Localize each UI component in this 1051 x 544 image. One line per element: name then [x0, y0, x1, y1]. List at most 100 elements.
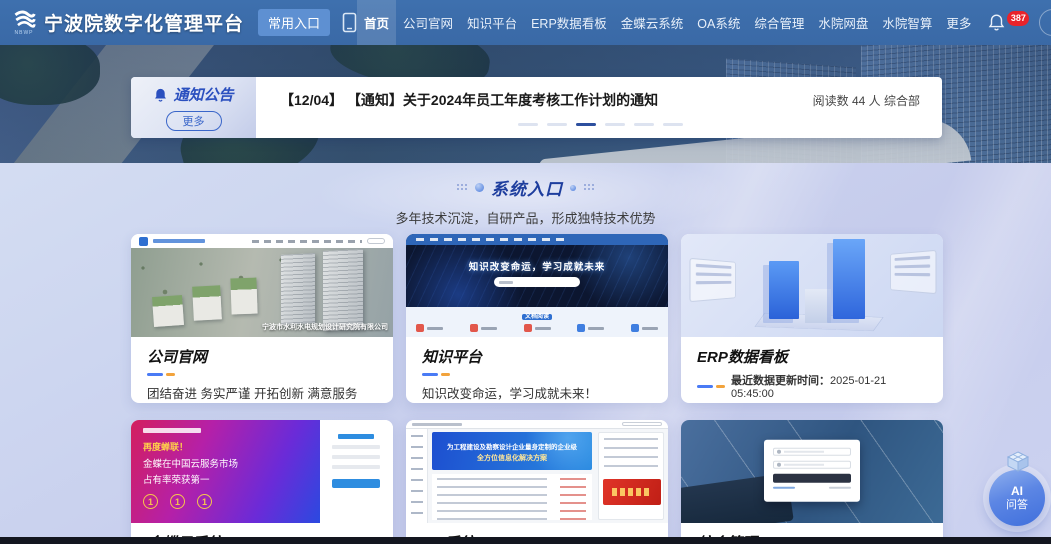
erp-update-time: 最近数据更新时间：2025-01-21 05:45:00	[731, 372, 927, 400]
card-kingdee-cloud[interactable]: 再度蝉联！ 金蝶在中国云服务市场 占有率荣获第一 1 1 1	[131, 420, 393, 544]
accent-blue	[147, 373, 163, 376]
mini-link-item	[577, 324, 604, 332]
carousel-dot-5[interactable]	[634, 123, 654, 126]
nav-item-integrated-mgmt[interactable]: 综合管理	[747, 0, 811, 45]
mini-input	[332, 465, 380, 469]
quick-entry-button[interactable]: 常用入口	[258, 9, 330, 36]
notice-caption: 通知公告	[153, 84, 233, 105]
ai-cube-icon	[1004, 450, 1032, 474]
integrated-mgmt-thumbnail	[681, 420, 943, 523]
ai-button-label-line1: AI	[1011, 484, 1023, 498]
nav-item-more[interactable]: 更多	[939, 0, 978, 45]
kingdee-promo-line3: 占有率荣获第一	[143, 472, 320, 486]
section-subtitle: 多年技术沉淀，自研产品，形成独特技术优势	[0, 208, 1051, 227]
mini-right-column	[598, 432, 664, 520]
sphere-decoration	[570, 185, 576, 191]
company-site-thumbnail: 宁波市水利水电规划设计研究院有限公司	[131, 234, 393, 337]
brand-title: 宁波院数字化管理平台	[44, 9, 244, 36]
accent-line	[422, 373, 652, 376]
accent-orange	[716, 385, 725, 388]
card-title: ERP数据看板	[697, 346, 927, 367]
mini-logo-text	[412, 423, 462, 426]
mini-login-button	[773, 473, 851, 482]
aerial-photo: 宁波市水利水电规划设计研究院有限公司	[131, 248, 393, 337]
nav-item-ai-compute[interactable]: 水院智算	[875, 0, 939, 45]
carousel-dot-3-active[interactable]	[576, 123, 596, 126]
mini-site-header	[131, 234, 393, 248]
dashboard-panel-right	[890, 250, 936, 295]
carousel-dot-4[interactable]	[605, 123, 625, 126]
nav-item-company-site[interactable]: 公司官网	[396, 0, 460, 45]
notice-panel-title: 通知公告	[173, 84, 233, 105]
accent-blue	[697, 385, 713, 388]
portal-page: NBWP 宁波院数字化管理平台 常用入口 首页 公司官网 知识平台 ERP数据看…	[0, 0, 1051, 544]
nav-item-netdisk[interactable]: 水院网盘	[811, 0, 875, 45]
user-avatar[interactable]	[1039, 9, 1051, 36]
notice-department: 综合部	[884, 94, 920, 108]
mini-link-item	[470, 324, 497, 332]
card-title: 公司官网	[147, 346, 377, 367]
card-body: 公司官网 团结奋进 务实严谨 开拓创新 满意服务	[131, 337, 393, 402]
mobile-device-icon[interactable]	[342, 12, 357, 33]
card-description: 团结奋进 务实严谨 开拓创新 满意服务	[147, 383, 377, 402]
nav-item-kingdee[interactable]: 金蝶云系统	[614, 0, 691, 45]
card-oa-system[interactable]: 为工程建设及勘察设计企业量身定制的企业级 全方位信息化解决方案 OA系统	[406, 420, 668, 544]
notice-title: 【通知】关于2024年员工年度考核工作计划的通知	[347, 92, 658, 108]
notice-item-link[interactable]: 【12/04】 【通知】关于2024年员工年度考核工作计划的通知	[280, 90, 658, 110]
company-name-caption: 宁波市水利水电规划设计研究院有限公司	[262, 322, 388, 332]
notice-carousel-indicator	[280, 123, 920, 126]
oa-thumbnail: 为工程建设及勘察设计企业量身定制的企业级 全方位信息化解决方案	[406, 420, 668, 523]
carousel-dot-1[interactable]	[518, 123, 538, 126]
card-knowledge-platform[interactable]: 知识改变命运，学习成就未来 文档阅读	[406, 234, 668, 403]
card-company-site[interactable]: 宁波市水利水电规划设计研究院有限公司 公司官网 团结奋进 务实严谨 开拓创新 满…	[131, 234, 393, 403]
kingdee-promo-panel: 再度蝉联！ 金蝶在中国云服务市场 占有率荣获第一 1 1 1	[131, 420, 320, 523]
kingdee-promo-line1: 再度蝉联！	[143, 440, 320, 453]
mini-password-input	[773, 460, 851, 468]
kingdee-login-panel	[320, 420, 393, 523]
notification-bell-icon[interactable]	[988, 13, 1005, 32]
nav-item-oa[interactable]: OA系统	[690, 0, 747, 45]
dots-decoration	[583, 183, 595, 192]
accent-line	[147, 373, 377, 376]
mini-sidebar	[406, 429, 428, 523]
knowledge-thumbnail: 知识改变命运，学习成就未来 文档阅读	[406, 234, 668, 337]
mini-nav-links	[416, 238, 566, 241]
medal-row: 1 1 1	[143, 494, 320, 509]
dashboard-panel-left	[689, 258, 735, 303]
kingdee-promo-line2: 金蝶在中国云服务市场	[143, 456, 320, 470]
nav-item-home[interactable]: 首页	[357, 0, 396, 45]
notice-board: 通知公告 更多 【12/04】 【通知】关于2024年员工年度考核工作计划的通知…	[131, 77, 942, 138]
mini-site-header	[406, 420, 668, 429]
card-erp-dashboard[interactable]: ERP数据看板 最近数据更新时间：2025-01-21 05:45:00 洞察经…	[681, 234, 943, 403]
mini-hero-slogan: 知识改变命运，学习成就未来	[406, 259, 668, 273]
card-description: 知识改变命运，学习成就未来！	[422, 383, 652, 402]
nav-item-erp-dashboard[interactable]: ERP数据看板	[524, 0, 614, 45]
mini-input	[332, 455, 380, 459]
rank-medal-icon: 1	[143, 494, 158, 509]
green-roof-building	[230, 278, 257, 315]
accent-orange	[441, 373, 450, 376]
card-integrated-management[interactable]: 综合管理	[681, 420, 943, 544]
carousel-dot-2[interactable]	[547, 123, 567, 126]
mini-search-box	[367, 238, 385, 244]
mini-document-list	[432, 474, 592, 520]
logo[interactable]: NBWP	[12, 10, 36, 36]
red-banner-text	[612, 488, 652, 496]
notice-content: 【12/04】 【通知】关于2024年员工年度考核工作计划的通知 阅读数 44 …	[256, 77, 942, 138]
navbar-right-cluster: 387	[988, 9, 1051, 36]
notice-row: 【12/04】 【通知】关于2024年员工年度考核工作计划的通知 阅读数 44 …	[280, 90, 920, 110]
card-body: ERP数据看板 最近数据更新时间：2025-01-21 05:45:00 洞察经…	[681, 337, 943, 403]
notice-meta: 阅读数 44 人 综合部	[813, 92, 920, 109]
mini-logo-text	[153, 239, 205, 243]
blue-bar-short	[769, 261, 799, 319]
nav-item-knowledge[interactable]: 知识平台	[460, 0, 524, 45]
notification-count-badge[interactable]: 387	[1007, 11, 1029, 26]
carousel-dot-6[interactable]	[663, 123, 683, 126]
blue-bar-tall	[833, 239, 865, 319]
ai-assistant-button[interactable]: AI 问答	[988, 452, 1048, 530]
office-tower	[323, 249, 363, 331]
notice-more-button[interactable]: 更多	[166, 111, 222, 131]
kingdee-logo-mark	[143, 428, 201, 433]
oa-banner: 为工程建设及勘察设计企业量身定制的企业级 全方位信息化解决方案	[432, 432, 592, 470]
mini-username-input	[773, 447, 851, 455]
